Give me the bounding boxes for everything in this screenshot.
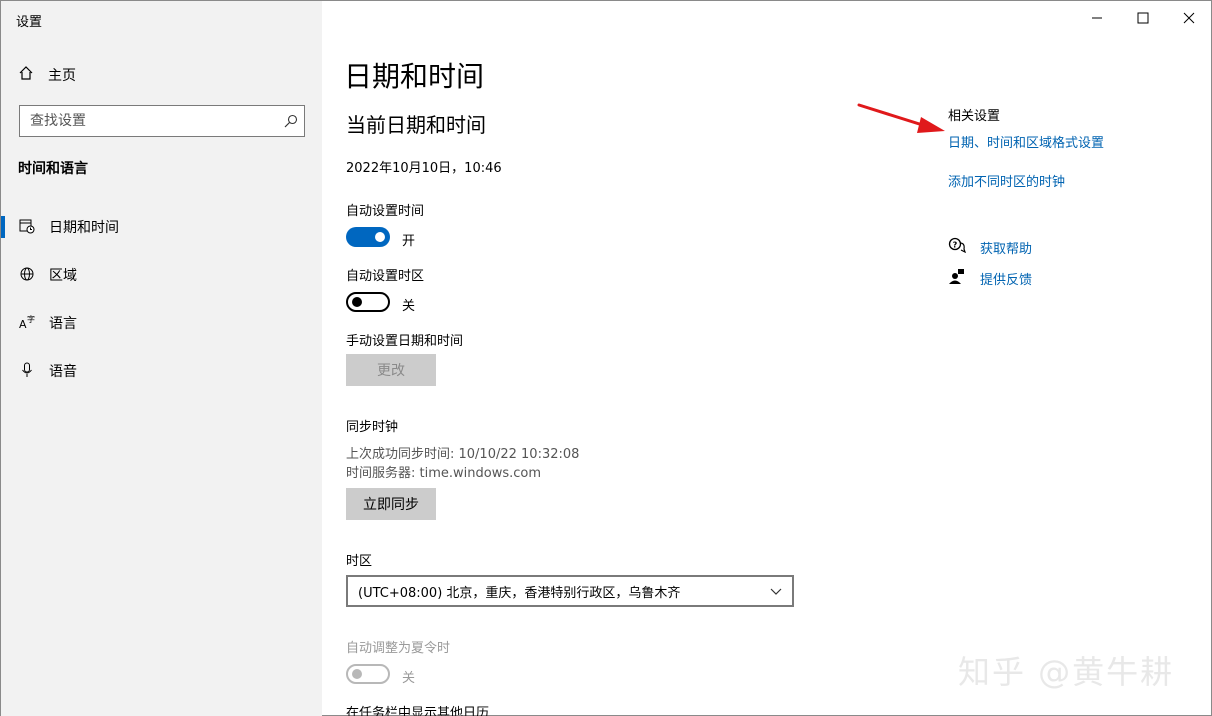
- page-title: 日期和时间: [344, 60, 485, 93]
- auto-time-state: 开: [402, 234, 416, 249]
- calendar-clock-icon: [19, 218, 35, 234]
- sidebar-item-language[interactable]: A字 语言: [1, 302, 322, 342]
- maximize-icon: [1137, 12, 1149, 24]
- sidebar-item-datetime[interactable]: 日期和时间: [1, 206, 322, 246]
- sidebar-section-title: 时间和语言: [18, 161, 88, 177]
- sidebar-item-label: 语音: [49, 364, 77, 380]
- sidebar-item-region[interactable]: 区域: [1, 254, 322, 294]
- main-content: 日期和时间 当前日期和时间 2022年10月10日，10:46 自动设置时间 开…: [322, 1, 1211, 716]
- manual-datetime-label: 手动设置日期和时间: [346, 334, 464, 349]
- watermark: 知乎 @黄牛耕: [958, 653, 1175, 691]
- help-icon: ?: [948, 237, 967, 257]
- chevron-down-icon: [770, 585, 782, 601]
- timezone-label: 时区: [346, 554, 373, 569]
- feedback-icon: [949, 268, 965, 288]
- svg-text:?: ?: [953, 241, 958, 250]
- sync-title: 同步时钟: [346, 420, 399, 435]
- sidebar-item-speech[interactable]: 语音: [1, 350, 322, 390]
- auto-timezone-state: 关: [402, 299, 416, 314]
- auto-timezone-label: 自动设置时区: [346, 269, 425, 284]
- app-title: 设置: [16, 15, 43, 30]
- language-icon: A字: [19, 314, 35, 331]
- home-icon: [18, 65, 34, 85]
- svg-text:字: 字: [27, 314, 35, 324]
- current-datetime: 2022年10月10日，10:46: [346, 161, 502, 176]
- dst-state: 关: [402, 671, 416, 686]
- microphone-icon: [19, 362, 35, 378]
- dst-toggle[interactable]: [346, 664, 390, 684]
- current-section-title: 当前日期和时间: [346, 113, 486, 137]
- annotation-arrow: [857, 103, 945, 133]
- sidebar: 设置 主页 时间和语言 日期和时间 区域 A字 语言 语音: [1, 1, 322, 716]
- change-button[interactable]: 更改: [346, 354, 436, 386]
- search-input[interactable]: [20, 113, 278, 129]
- add-clocks-link[interactable]: 添加不同时区的时钟: [948, 171, 1065, 190]
- get-help-link[interactable]: 获取帮助: [980, 238, 1032, 257]
- sidebar-item-label: 区域: [49, 268, 77, 284]
- give-feedback-link[interactable]: 提供反馈: [980, 269, 1032, 288]
- home-nav[interactable]: 主页: [18, 65, 76, 85]
- toggle-knob: [352, 297, 362, 307]
- time-server-text: 时间服务器: time.windows.com: [346, 466, 542, 481]
- timezone-value: (UTC+08:00) 北京，重庆，香港特别行政区，乌鲁木齐: [358, 585, 681, 601]
- svg-text:A: A: [19, 318, 27, 330]
- minimize-icon: [1092, 17, 1102, 19]
- auto-time-toggle[interactable]: [346, 227, 390, 247]
- toggle-knob: [352, 669, 362, 679]
- sync-now-button[interactable]: 立即同步: [346, 488, 436, 520]
- close-button[interactable]: [1166, 1, 1212, 35]
- close-icon: [1183, 12, 1195, 24]
- globe-icon: [19, 266, 35, 282]
- timezone-select[interactable]: (UTC+08:00) 北京，重庆，香港特别行政区，乌鲁木齐: [346, 575, 794, 607]
- related-settings-title: 相关设置: [948, 109, 1001, 124]
- maximize-button[interactable]: [1120, 1, 1166, 35]
- minimize-button[interactable]: [1074, 1, 1120, 35]
- dst-label: 自动调整为夏令时: [346, 641, 451, 656]
- auto-time-label: 自动设置时间: [346, 204, 425, 219]
- home-label: 主页: [48, 68, 76, 84]
- last-sync-text: 上次成功同步时间: 10/10/22 10:32:08: [346, 447, 580, 462]
- region-format-link[interactable]: 日期、时间和区域格式设置: [948, 132, 1104, 151]
- search-icon[interactable]: [278, 114, 304, 128]
- sidebar-item-label: 语言: [49, 316, 77, 332]
- search-box[interactable]: [19, 105, 305, 137]
- sidebar-item-label: 日期和时间: [49, 220, 119, 236]
- other-calendars-label: 在任务栏中显示其他日历: [346, 706, 490, 716]
- auto-timezone-toggle[interactable]: [346, 292, 390, 312]
- toggle-knob: [375, 232, 385, 242]
